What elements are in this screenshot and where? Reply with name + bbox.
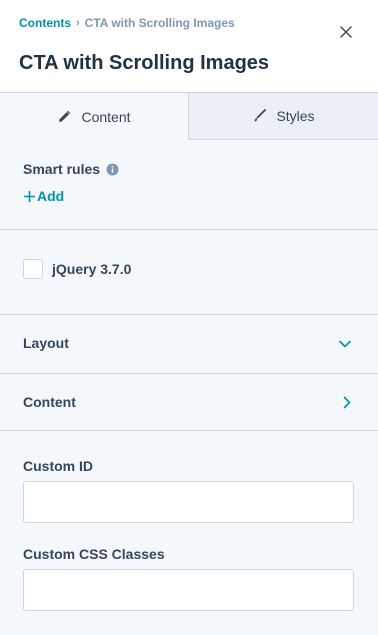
panel-body: Smart rules Add jQuery 3.7.0 Layout Cont… [0, 140, 378, 635]
tab-content[interactable]: Content [0, 93, 189, 140]
pencil-icon [59, 110, 71, 122]
custom-id-label: Custom ID [23, 458, 93, 474]
panel-title: CTA with Scrolling Images [19, 52, 270, 74]
add-smart-rule-label: Add [37, 188, 65, 204]
custom-css-classes-label: Custom CSS Classes [23, 546, 165, 562]
smart-rules-heading: Smart rules [23, 161, 119, 177]
panel-header: Contents › CTA with Scrolling Images CTA… [0, 0, 378, 92]
tab-styles[interactable]: Styles [189, 93, 378, 140]
jquery-checkbox-row[interactable]: jQuery 3.7.0 [23, 259, 131, 279]
chevron-down-icon [339, 340, 351, 348]
breadcrumb-separator: › [76, 17, 80, 29]
plus-icon [24, 190, 35, 202]
divider [0, 229, 378, 230]
close-icon [340, 26, 352, 38]
chevron-right-icon [343, 396, 351, 409]
breadcrumb-current: CTA with Scrolling Images [84, 16, 235, 30]
section-layout[interactable]: Layout [0, 315, 378, 372]
tab-styles-label: Styles [276, 108, 315, 124]
custom-id-input[interactable] [23, 481, 354, 523]
tab-bar: Content Styles [0, 92, 378, 140]
jquery-checkbox-label: jQuery 3.7.0 [52, 261, 132, 277]
section-content[interactable]: Content [0, 374, 378, 431]
brush-icon [254, 109, 267, 122]
info-icon[interactable] [106, 163, 119, 176]
divider [0, 430, 378, 431]
jquery-checkbox[interactable] [23, 259, 43, 279]
section-content-label: Content [23, 394, 76, 410]
section-layout-label: Layout [23, 335, 69, 351]
custom-css-classes-input[interactable] [23, 569, 354, 611]
tab-content-label: Content [81, 108, 131, 125]
breadcrumb: Contents › CTA with Scrolling Images [19, 16, 235, 30]
add-smart-rule-button[interactable]: Add [23, 188, 64, 204]
breadcrumb-link-contents[interactable]: Contents [19, 16, 71, 30]
smart-rules-label: Smart rules [23, 161, 101, 177]
close-button[interactable] [337, 23, 355, 41]
